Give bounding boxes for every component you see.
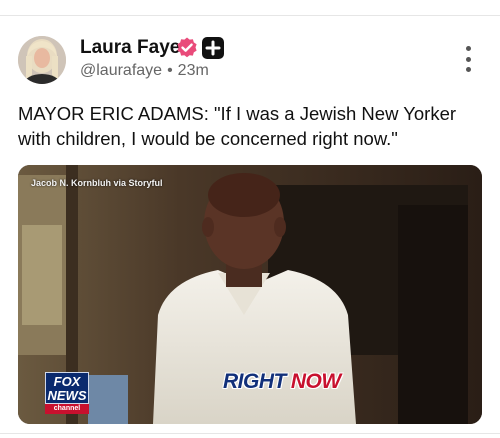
fox-news-logo-text: FOX NEWS — [45, 372, 89, 404]
bottom-divider — [0, 433, 500, 434]
chyron-word-now: NOW — [290, 370, 341, 393]
more-options-button[interactable] — [458, 46, 478, 72]
separator-dot: • — [167, 62, 173, 79]
more-vertical-icon-dot — [465, 56, 471, 62]
avatar[interactable] — [18, 36, 66, 84]
post-text: MAYOR ERIC ADAMS: "If I was a Jewish New… — [18, 103, 457, 149]
post-time[interactable]: 23m — [178, 62, 209, 79]
chyron-word-right: RIGHT — [223, 370, 286, 393]
handle-row: @laurafaye • 23m — [80, 62, 209, 80]
post-card[interactable]: Laura Faye @laurafaye • 23m MAYOR ERIC ADA… — [0, 0, 500, 438]
fox-news-logo: FOX NEWS channel — [45, 372, 89, 414]
verified-badge-icon — [177, 37, 197, 58]
author-handle[interactable]: @laurafaye — [80, 62, 162, 79]
more-vertical-icon-dot — [465, 46, 471, 51]
avatar-photo — [18, 36, 66, 84]
more-vertical-icon-dot — [465, 67, 471, 72]
chyron: RIGHT NOW — [223, 370, 341, 394]
fox-news-channel-text: channel — [45, 404, 89, 414]
plus-badge-icon — [202, 37, 224, 59]
video-media[interactable]: Jacob N. Kornbluh via Storyful FOX NEWS … — [18, 165, 482, 424]
author-name[interactable]: Laura Faye — [80, 37, 180, 59]
video-credit: Jacob N. Kornbluh via Storyful — [31, 178, 163, 188]
